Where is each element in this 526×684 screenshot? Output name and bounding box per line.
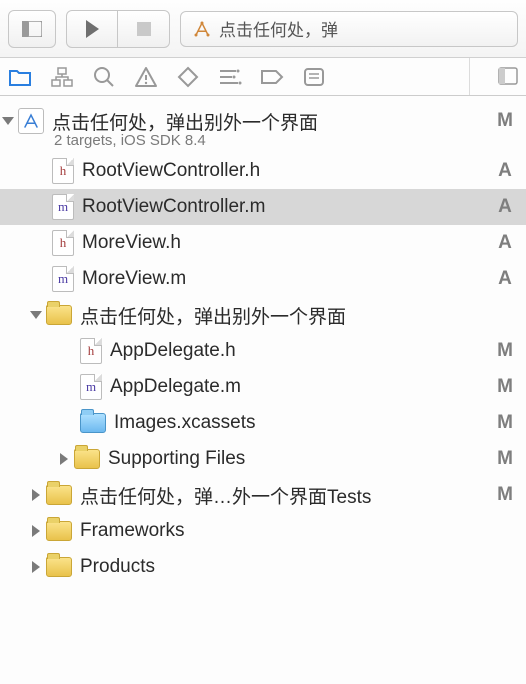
scm-status: M (494, 110, 516, 132)
file-name: 点击任何处，弹…外一个界面Tests (80, 482, 494, 509)
separator (469, 58, 470, 95)
folder-icon (46, 521, 72, 541)
tree-row[interactable]: Supporting FilesM (0, 441, 526, 477)
run-button[interactable] (66, 10, 118, 48)
issue-navigator-tab[interactable] (134, 65, 158, 89)
scm-status: A (494, 196, 516, 218)
folder-icon (74, 449, 100, 469)
tree-row[interactable]: m RootViewController.mA (0, 189, 526, 225)
tree-row[interactable]: m AppDelegate.mM (0, 369, 526, 405)
file-name: Frameworks (80, 520, 494, 542)
folder-icon (46, 305, 72, 325)
folder-icon (9, 68, 31, 86)
scheme-selector[interactable]: 点击任何处，弹 (180, 11, 518, 47)
file-name: 点击任何处，弹出别外一个界面 (80, 302, 494, 329)
file-name: AppDelegate.m (110, 376, 494, 398)
search-icon (93, 66, 115, 88)
disclosure-triangle[interactable] (2, 117, 14, 125)
disclosure-triangle[interactable] (32, 561, 40, 573)
right-pane-icon[interactable] (498, 67, 518, 87)
file-name: Products (80, 556, 494, 578)
scm-status: A (494, 268, 516, 290)
project-icon (18, 108, 44, 134)
debug-navigator-tab[interactable] (218, 65, 242, 89)
scm-status: M (494, 376, 516, 398)
file-name: MoreView.h (82, 232, 494, 254)
tree-row[interactable]: 点击任何处，弹…外一个界面TestsM (0, 477, 526, 513)
assets-folder-icon (80, 413, 106, 433)
disclosure-triangle[interactable] (30, 311, 42, 319)
toggle-button[interactable] (8, 10, 56, 48)
disclosure-triangle[interactable] (32, 489, 40, 501)
symbol-navigator-tab[interactable] (50, 65, 74, 89)
diamond-icon (177, 66, 199, 88)
folder-icon (46, 485, 72, 505)
panel-icon (22, 21, 42, 37)
app-icon (193, 20, 211, 38)
find-navigator-tab[interactable] (92, 65, 116, 89)
tree-row[interactable]: h MoreView.hA (0, 225, 526, 261)
play-icon (86, 20, 99, 38)
stop-button[interactable] (118, 10, 170, 48)
tree-row[interactable]: Products (0, 549, 526, 585)
project-subtitle: 2 targets, iOS SDK 8.4 (54, 132, 526, 149)
project-name: 点击任何处，弹出别外一个界面 (52, 108, 494, 135)
project-navigator-tab[interactable] (8, 65, 32, 89)
header-file-icon: h (52, 158, 74, 184)
breakpoint-navigator-tab[interactable] (260, 65, 284, 89)
tree-row[interactable]: h AppDelegate.hM (0, 333, 526, 369)
file-name: RootViewController.m (82, 196, 494, 218)
impl-file-icon: m (80, 374, 102, 400)
impl-file-icon: m (52, 266, 74, 292)
disclosure-triangle[interactable] (32, 525, 40, 537)
navigator-tabs (0, 58, 526, 96)
tree-row[interactable]: h RootViewController.hA (0, 153, 526, 189)
scm-status: A (494, 232, 516, 254)
stop-icon (137, 22, 151, 36)
scm-status: M (494, 484, 516, 506)
project-tree: 点击任何处，弹出别外一个界面 M 2 targets, iOS SDK 8.4 … (0, 96, 526, 585)
header-file-icon: h (80, 338, 102, 364)
tree-row[interactable]: Frameworks (0, 513, 526, 549)
gauge-icon (218, 68, 242, 86)
file-name: MoreView.m (82, 268, 494, 290)
hierarchy-icon (51, 67, 73, 87)
run-stop-group (8, 10, 170, 48)
impl-file-icon: m (52, 194, 74, 220)
file-name: Supporting Files (108, 448, 494, 470)
file-name: AppDelegate.h (110, 340, 494, 362)
tree-row[interactable]: Images.xcassetsM (0, 405, 526, 441)
test-navigator-tab[interactable] (176, 65, 200, 89)
header-file-icon: h (52, 230, 74, 256)
scm-status: A (494, 160, 516, 182)
scheme-text: 点击任何处，弹 (219, 16, 338, 41)
scm-status: M (494, 340, 516, 362)
report-navigator-tab[interactable] (302, 65, 326, 89)
warning-icon (134, 66, 158, 88)
folder-icon (46, 557, 72, 577)
disclosure-triangle[interactable] (60, 453, 68, 465)
breakpoint-icon (260, 69, 284, 85)
main-toolbar: 点击任何处，弹 (0, 0, 526, 58)
scm-status: M (494, 412, 516, 434)
log-icon (303, 67, 325, 87)
scm-status: M (494, 448, 516, 470)
file-name: Images.xcassets (114, 412, 494, 434)
file-name: RootViewController.h (82, 160, 494, 182)
tree-row[interactable]: 点击任何处，弹出别外一个界面 (0, 297, 526, 333)
tree-row[interactable]: m MoreView.mA (0, 261, 526, 297)
